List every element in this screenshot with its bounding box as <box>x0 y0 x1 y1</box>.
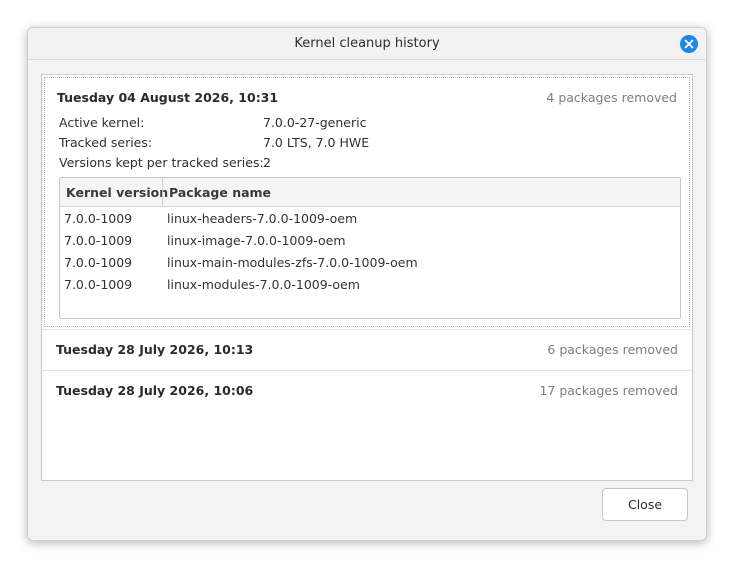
table-header: Kernel version Package name <box>60 178 680 207</box>
table-cell-kernel-version: 7.0.0-1009 <box>64 255 133 270</box>
entry-package-count: 17 packages removed <box>539 383 678 398</box>
entry-date: Tuesday 28 July 2026, 10:06 <box>56 383 254 398</box>
table-cell-kernel-version: 7.0.0-1009 <box>64 277 133 292</box>
column-header-kernel-version[interactable]: Kernel version <box>66 185 168 200</box>
close-button[interactable]: Close <box>602 488 688 521</box>
versions-kept-label: Versions kept per tracked series: <box>59 155 264 170</box>
close-icon[interactable] <box>680 35 698 53</box>
active-kernel-label: Active kernel: <box>59 115 145 130</box>
table-cell-package-name: linux-main-modules-zfs-7.0.0-1009-oem <box>167 255 418 270</box>
entry-package-count: 6 packages removed <box>547 342 678 357</box>
table-cell-kernel-version: 7.0.0-1009 <box>64 211 133 226</box>
versions-kept-value: 2 <box>263 155 271 170</box>
entry-date: Tuesday 04 August 2026, 10:31 <box>57 90 279 105</box>
history-entry[interactable]: Tuesday 28 July 2026, 10:06 17 packages … <box>42 371 692 411</box>
entry-package-count: 4 packages removed <box>546 90 677 105</box>
tracked-series-value: 7.0 LTS, 7.0 HWE <box>263 135 370 150</box>
entry-date: Tuesday 28 July 2026, 10:13 <box>56 342 254 357</box>
column-header-package-name[interactable]: Package name <box>169 185 271 200</box>
active-kernel-value: 7.0.0-27-generic <box>263 115 367 130</box>
table-cell-package-name: linux-image-7.0.0-1009-oem <box>167 233 346 248</box>
removed-packages-table: Kernel version Package name 7.0.0-1009 l… <box>59 177 681 319</box>
titlebar: Kernel cleanup history <box>28 28 706 60</box>
table-cell-package-name: linux-modules-7.0.0-1009-oem <box>167 277 360 292</box>
history-entry[interactable]: Tuesday 28 July 2026, 10:13 6 packages r… <box>42 330 692 370</box>
history-list: Tuesday 04 August 2026, 10:31 4 packages… <box>41 74 693 481</box>
table-cell-kernel-version: 7.0.0-1009 <box>64 233 133 248</box>
column-separator[interactable] <box>162 178 163 207</box>
kernel-cleanup-history-dialog: Kernel cleanup history Tuesday 04 August… <box>27 27 707 541</box>
history-entry-expanded[interactable]: Tuesday 04 August 2026, 10:31 4 packages… <box>44 77 690 327</box>
table-cell-package-name: linux-headers-7.0.0-1009-oem <box>167 211 358 226</box>
tracked-series-label: Tracked series: <box>59 135 153 150</box>
window-title: Kernel cleanup history <box>294 36 440 51</box>
